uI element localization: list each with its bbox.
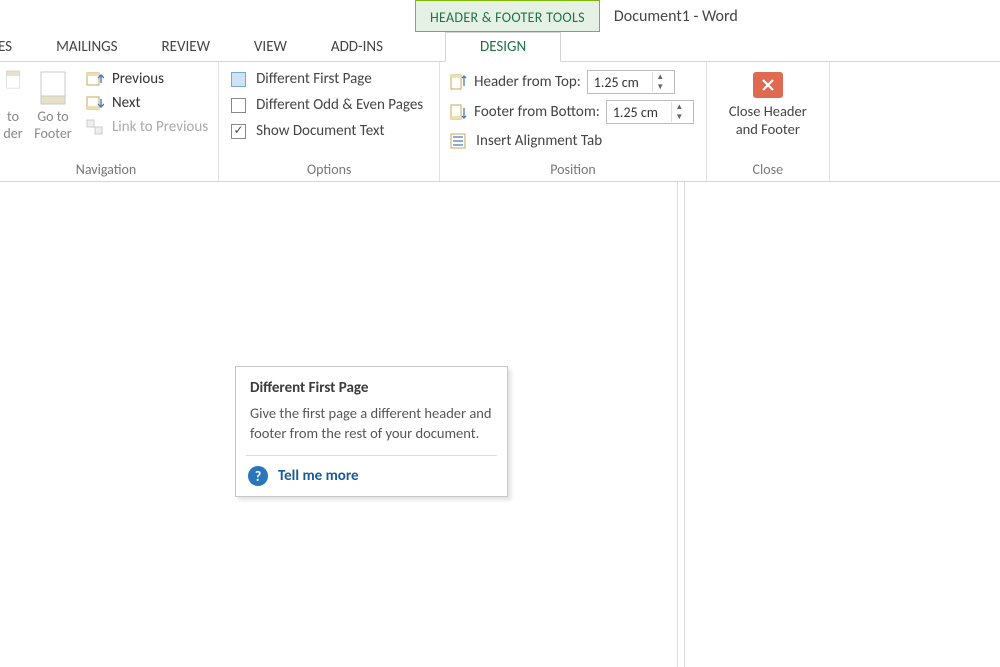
document-area: Different First Page Give the first page… [0, 182, 1000, 667]
checkbox-icon [231, 124, 246, 139]
group-label-close: Close [713, 159, 823, 181]
next-icon [86, 95, 104, 111]
header-icon [5, 70, 21, 106]
show-document-text-label: Show Document Text [256, 122, 384, 140]
header-from-top-input[interactable] [588, 74, 652, 91]
tab-mailings[interactable]: MAILINGS [34, 32, 139, 61]
ribbon-tabstrip: CES MAILINGS REVIEW VIEW ADD-INS DESIGN [0, 32, 1000, 62]
previous-icon [86, 71, 104, 87]
page-edge [684, 182, 685, 667]
group-label-navigation: Navigation [0, 159, 212, 181]
group-options: Different First Page Different Odd & Eve… [219, 62, 440, 181]
group-navigation: to der Go to Footer Previous [0, 62, 219, 181]
tab-review[interactable]: REVIEW [139, 32, 231, 61]
page-edge [677, 182, 678, 667]
go-to-footer-label-1: Go to [37, 108, 68, 125]
footer-from-bottom-label: Footer from Bottom: [474, 103, 600, 121]
tab-design[interactable]: DESIGN [445, 32, 561, 62]
go-to-header-label-1: to [7, 108, 19, 125]
close-label-1: Close Header [729, 102, 807, 120]
tab-add-ins[interactable]: ADD-INS [309, 32, 405, 61]
link-to-previous-button: Link to Previous [86, 118, 208, 136]
close-icon [753, 72, 783, 98]
go-to-footer-button[interactable]: Go to Footer [26, 66, 80, 159]
spinner-down-icon[interactable]: ▼ [653, 82, 668, 92]
ribbon: to der Go to Footer Previous [0, 62, 1000, 182]
previous-label: Previous [112, 70, 164, 88]
tooltip-body: Give the first page a different header a… [236, 403, 507, 455]
different-first-page-checkbox[interactable]: Different First Page [231, 70, 423, 88]
checkbox-icon [231, 72, 246, 87]
header-from-top-icon [450, 74, 468, 90]
group-close: Close Header and Footer Close [707, 62, 830, 181]
go-to-footer-label-2: Footer [34, 125, 71, 142]
link-label: Link to Previous [112, 118, 208, 136]
footer-from-bottom-spinner[interactable]: ▲▼ [606, 100, 694, 124]
spinner-down-icon[interactable]: ▼ [672, 112, 687, 122]
link-icon [86, 119, 104, 135]
help-icon: ? [248, 466, 268, 486]
footer-icon [38, 70, 68, 106]
insert-alignment-tab-button[interactable]: Insert Alignment Tab [450, 132, 694, 150]
next-label: Next [112, 94, 140, 112]
tooltip-title: Different First Page [236, 367, 507, 403]
previous-button[interactable]: Previous [86, 70, 208, 88]
spinner-up-icon[interactable]: ▲ [672, 102, 687, 112]
footer-from-bottom-input[interactable] [607, 104, 671, 121]
close-header-footer-button[interactable]: Close Header and Footer [713, 66, 823, 159]
group-label-position: Position [446, 159, 700, 181]
different-first-page-label: Different First Page [256, 70, 372, 88]
group-label-options: Options [225, 159, 433, 181]
show-document-text-checkbox[interactable]: Show Document Text [231, 122, 423, 140]
different-odd-even-label: Different Odd & Even Pages [256, 96, 423, 114]
checkbox-icon [231, 98, 246, 113]
tell-me-more-link[interactable]: ? Tell me more [236, 456, 507, 496]
alignment-tab-icon [450, 133, 468, 149]
contextual-tab-header-footer-tools: HEADER & FOOTER TOOLS [415, 0, 600, 32]
next-button[interactable]: Next [86, 94, 208, 112]
footer-from-bottom-icon [450, 104, 468, 120]
tab-view[interactable]: VIEW [232, 32, 309, 61]
close-label-2: and Footer [729, 120, 807, 138]
go-to-header-button[interactable]: to der [0, 66, 26, 159]
document-title: Document1 - Word [614, 0, 738, 32]
go-to-header-label-2: der [3, 125, 22, 142]
title-bar: HEADER & FOOTER TOOLS Document1 - Word [0, 0, 1000, 32]
insert-alignment-tab-label: Insert Alignment Tab [476, 132, 602, 150]
header-from-top-label: Header from Top: [474, 73, 581, 91]
header-from-top-spinner[interactable]: ▲▼ [587, 70, 675, 94]
tab-references-partial[interactable]: CES [0, 32, 34, 61]
group-position: Header from Top: ▲▼ Footer from Bottom: … [440, 62, 707, 181]
tell-me-more-label: Tell me more [278, 467, 359, 485]
different-odd-even-checkbox[interactable]: Different Odd & Even Pages [231, 96, 423, 114]
tooltip-different-first-page: Different First Page Give the first page… [235, 366, 508, 497]
spinner-up-icon[interactable]: ▲ [653, 72, 668, 82]
